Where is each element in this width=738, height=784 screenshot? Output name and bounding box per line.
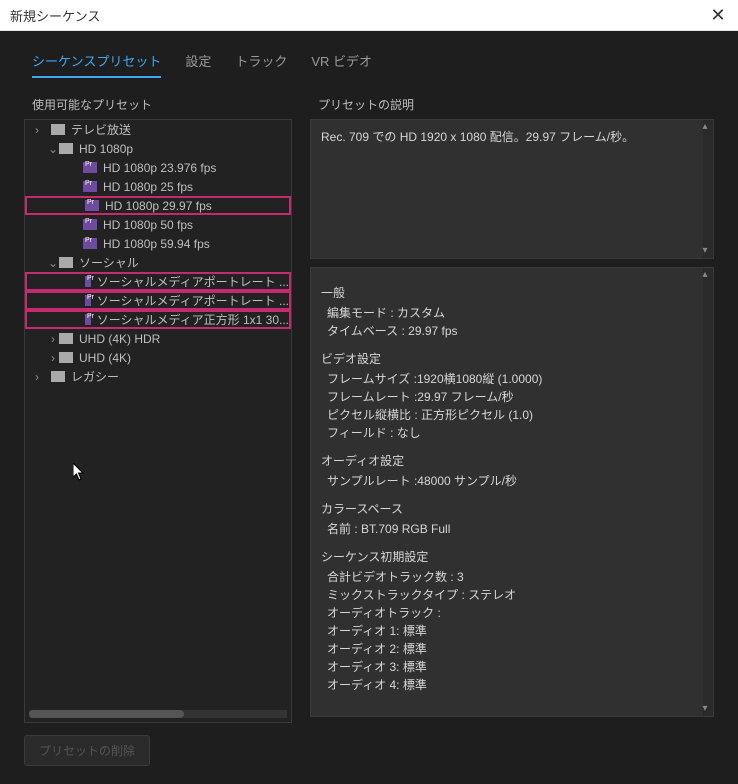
title-bar: 新規シーケンス ✕: [0, 0, 738, 31]
detail-edit-mode: 編集モード : カスタム: [321, 304, 703, 322]
tab-tracks[interactable]: トラック: [235, 51, 287, 78]
chevron-down-icon: ⌄: [47, 256, 59, 270]
preset-icon: [85, 314, 91, 325]
tree-folder-tv[interactable]: › テレビ放送: [25, 120, 291, 139]
dialog-tabs: シーケンスプリセット 設定 トラック VR ビデオ: [24, 51, 714, 84]
tree-folder-hd1080p[interactable]: ⌄ HD 1080p: [25, 139, 291, 158]
detail-audio2: オーディオ 2: 標準: [321, 640, 703, 658]
tree-preset-hd2997-highlight[interactable]: HD 1080p 29.97 fps: [25, 196, 291, 215]
tree-label: UHD (4K): [79, 351, 131, 365]
scroll-up-icon[interactable]: ▴: [700, 270, 710, 280]
tree-label: テレビ放送: [71, 121, 131, 138]
chevron-down-icon: ⌄: [47, 142, 59, 156]
tree-label: UHD (4K) HDR: [79, 332, 160, 346]
tree-label: ソーシャルメディアポートレート ...: [97, 292, 289, 309]
scroll-down-icon[interactable]: ▾: [700, 246, 710, 256]
tree-label: レガシー: [71, 368, 119, 385]
tree-label: HD 1080p 50 fps: [103, 218, 193, 232]
tree-scrollbar-h[interactable]: [29, 710, 287, 718]
folder-icon: [59, 143, 73, 154]
delete-preset-button[interactable]: プリセットの削除: [24, 735, 150, 766]
detail-scrollbar[interactable]: ▴ ▾: [703, 268, 713, 716]
chevron-right-icon: ›: [47, 351, 59, 365]
detail-audiotracks-label: オーディオトラック :: [321, 604, 703, 622]
section-audio: オーディオ設定: [321, 452, 703, 470]
preset-icon: [85, 295, 91, 306]
tab-sequence-presets[interactable]: シーケンスプリセット: [32, 51, 161, 78]
detail-timebase: タイムベース : 29.97 fps: [321, 322, 703, 340]
preset-icon: [83, 162, 97, 173]
tree-preset[interactable]: HD 1080p 23.976 fps: [25, 158, 291, 177]
folder-icon: [51, 124, 65, 135]
detail-par: ピクセル縦横比 : 正方形ピクセル (1.0): [321, 406, 703, 424]
detail-video-tracks: 合計ビデオトラック数 : 3: [321, 568, 703, 586]
preset-icon: [85, 200, 99, 211]
chevron-right-icon: ›: [31, 123, 43, 137]
tree-label: ソーシャル: [79, 254, 139, 271]
tree-label: HD 1080p 59.94 fps: [103, 237, 210, 251]
desc-scrollbar[interactable]: ▴ ▾: [703, 120, 713, 258]
scroll-down-icon[interactable]: ▾: [700, 704, 710, 714]
tree-preset-social-square[interactable]: ソーシャルメディア正方形 1x1 30...: [25, 310, 291, 329]
detail-audio3: オーディオ 3: 標準: [321, 658, 703, 676]
tree-preset[interactable]: HD 1080p 50 fps: [25, 215, 291, 234]
detail-audio4: オーディオ 4: 標準: [321, 676, 703, 694]
detail-audio1: オーディオ 1: 標準: [321, 622, 703, 640]
detail-samplerate: サンプルレート :48000 サンプル/秒: [321, 472, 703, 490]
preset-icon: [85, 276, 91, 287]
preset-description-label: プリセットの説明: [310, 92, 714, 119]
preset-icon: [83, 238, 97, 249]
detail-framesize: フレームサイズ :1920横1080縦 (1.0000): [321, 370, 703, 388]
tree-label: ソーシャルメディアポートレート ...: [97, 273, 289, 290]
tree-preset[interactable]: HD 1080p 25 fps: [25, 177, 291, 196]
tree-folder-uhd4k[interactable]: › UHD (4K): [25, 348, 291, 367]
tree-folder-legacy[interactable]: › レガシー: [25, 367, 291, 386]
preset-description-text: Rec. 709 での HD 1920 x 1080 配信。29.97 フレーム…: [321, 130, 634, 144]
tree-preset-social-portrait-1[interactable]: ソーシャルメディアポートレート ...: [25, 272, 291, 291]
tab-vr-video[interactable]: VR ビデオ: [311, 51, 372, 78]
available-presets-label: 使用可能なプリセット: [24, 92, 292, 119]
preset-tree[interactable]: › テレビ放送 ⌄ HD 1080p HD 1080p 23.976 fps: [24, 119, 292, 723]
section-video: ビデオ設定: [321, 350, 703, 368]
tree-folder-social[interactable]: ⌄ ソーシャル: [25, 253, 291, 272]
tree-label: ソーシャルメディア正方形 1x1 30...: [97, 311, 289, 328]
close-icon[interactable]: ✕: [708, 5, 728, 26]
tree-label: HD 1080p 25 fps: [103, 180, 193, 194]
folder-icon: [51, 371, 65, 382]
detail-mixtype: ミックストラックタイプ : ステレオ: [321, 586, 703, 604]
tree-scrollbar-h-thumb[interactable]: [29, 710, 184, 718]
preset-description-box: Rec. 709 での HD 1920 x 1080 配信。29.97 フレーム…: [310, 119, 714, 259]
tab-settings[interactable]: 設定: [185, 51, 211, 78]
detail-fields: フィールド : なし: [321, 424, 703, 442]
chevron-right-icon: ›: [31, 370, 43, 384]
tree-folder-uhd4khdr[interactable]: › UHD (4K) HDR: [25, 329, 291, 348]
preset-icon: [83, 181, 97, 192]
tree-preset[interactable]: HD 1080p 59.94 fps: [25, 234, 291, 253]
preset-detail-box: 一般 編集モード : カスタム タイムベース : 29.97 fps ビデオ設定…: [310, 267, 714, 717]
folder-icon: [59, 352, 73, 363]
tree-preset-social-portrait-2[interactable]: ソーシャルメディアポートレート ...: [25, 291, 291, 310]
section-colorspace: カラースペース: [321, 500, 703, 518]
preset-icon: [83, 219, 97, 230]
tree-label: HD 1080p 23.976 fps: [103, 161, 216, 175]
section-general: 一般: [321, 284, 703, 302]
detail-framerate: フレームレート :29.97 フレーム/秒: [321, 388, 703, 406]
window-title: 新規シーケンス: [10, 6, 708, 25]
folder-icon: [59, 257, 73, 268]
detail-colorspace-name: 名前 : BT.709 RGB Full: [321, 520, 703, 538]
scroll-up-icon[interactable]: ▴: [700, 122, 710, 132]
tree-label: HD 1080p 29.97 fps: [105, 199, 212, 213]
tree-label: HD 1080p: [79, 142, 133, 156]
chevron-right-icon: ›: [47, 332, 59, 346]
section-seqinit: シーケンス初期設定: [321, 548, 703, 566]
folder-icon: [59, 333, 73, 344]
